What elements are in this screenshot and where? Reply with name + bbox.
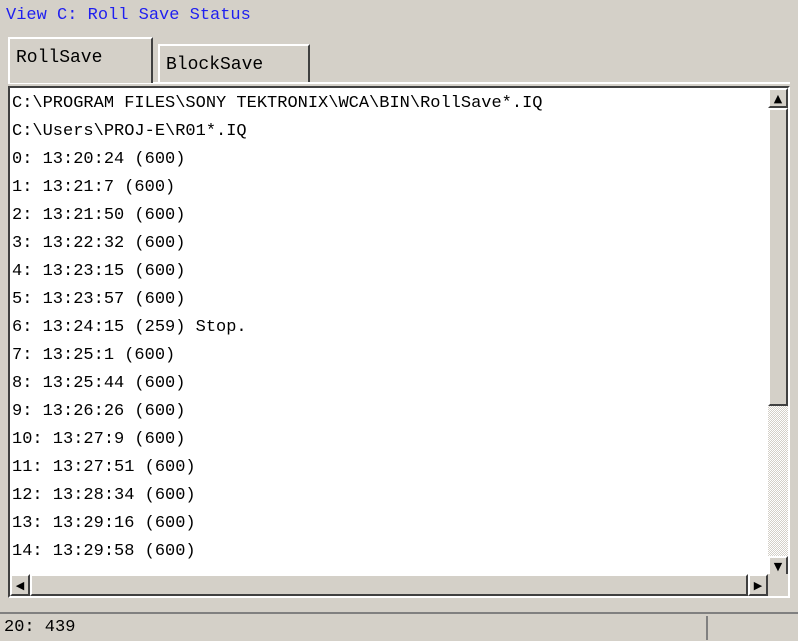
- status-panel: [706, 616, 794, 640]
- horizontal-scroll-thumb[interactable]: [30, 574, 748, 596]
- log-line[interactable]: 4: 13:23:15 (600): [12, 258, 774, 286]
- scroll-down-arrow-icon[interactable]: ▼: [768, 556, 788, 576]
- log-line[interactable]: 0: 13:20:24 (600): [12, 146, 774, 174]
- log-line[interactable]: C:\Users\PROJ-E\R01*.IQ: [12, 118, 774, 146]
- log-line[interactable]: 8: 13:25:44 (600): [12, 370, 774, 398]
- scroll-right-arrow-icon[interactable]: ▶: [748, 574, 768, 596]
- vertical-scroll-thumb[interactable]: [768, 108, 788, 406]
- log-line[interactable]: 14: 13:29:58 (600): [12, 538, 774, 566]
- rollsave-log-list[interactable]: C:\PROGRAM FILES\SONY TEKTRONIX\WCA\BIN\…: [8, 86, 790, 598]
- log-line[interactable]: 5: 13:23:57 (600): [12, 286, 774, 314]
- log-line[interactable]: 11: 13:27:51 (600): [12, 454, 774, 482]
- log-line[interactable]: 7: 13:25:1 (600): [12, 342, 774, 370]
- status-bar: 20: 439: [0, 612, 798, 641]
- scrollbar-corner: [768, 574, 788, 596]
- tab-bar: RollSave BlockSave: [8, 37, 788, 84]
- horizontal-scrollbar[interactable]: ◀ ▶: [10, 574, 768, 596]
- log-line[interactable]: 1: 13:21:7 (600): [12, 174, 774, 202]
- tab-blocksave[interactable]: BlockSave: [158, 44, 310, 82]
- log-line[interactable]: C:\PROGRAM FILES\SONY TEKTRONIX\WCA\BIN\…: [12, 90, 774, 118]
- log-line[interactable]: 3: 13:22:32 (600): [12, 230, 774, 258]
- tab-rollsave[interactable]: RollSave: [8, 37, 153, 83]
- log-line[interactable]: 10: 13:27:9 (600): [12, 426, 774, 454]
- log-line[interactable]: 12: 13:28:34 (600): [12, 482, 774, 510]
- scroll-up-arrow-icon[interactable]: ▲: [768, 88, 788, 108]
- scroll-left-arrow-icon[interactable]: ◀: [10, 574, 30, 596]
- log-line[interactable]: 6: 13:24:15 (259) Stop.: [12, 314, 774, 342]
- log-line[interactable]: 13: 13:29:16 (600): [12, 510, 774, 538]
- status-text: 20: 439: [4, 618, 76, 637]
- vertical-scrollbar[interactable]: ▲ ▼: [768, 88, 788, 576]
- log-line[interactable]: 2: 13:21:50 (600): [12, 202, 774, 230]
- log-line[interactable]: 9: 13:26:26 (600): [12, 398, 774, 426]
- view-title: View C: Roll Save Status: [6, 6, 251, 25]
- log-lines: C:\PROGRAM FILES\SONY TEKTRONIX\WCA\BIN\…: [12, 90, 774, 570]
